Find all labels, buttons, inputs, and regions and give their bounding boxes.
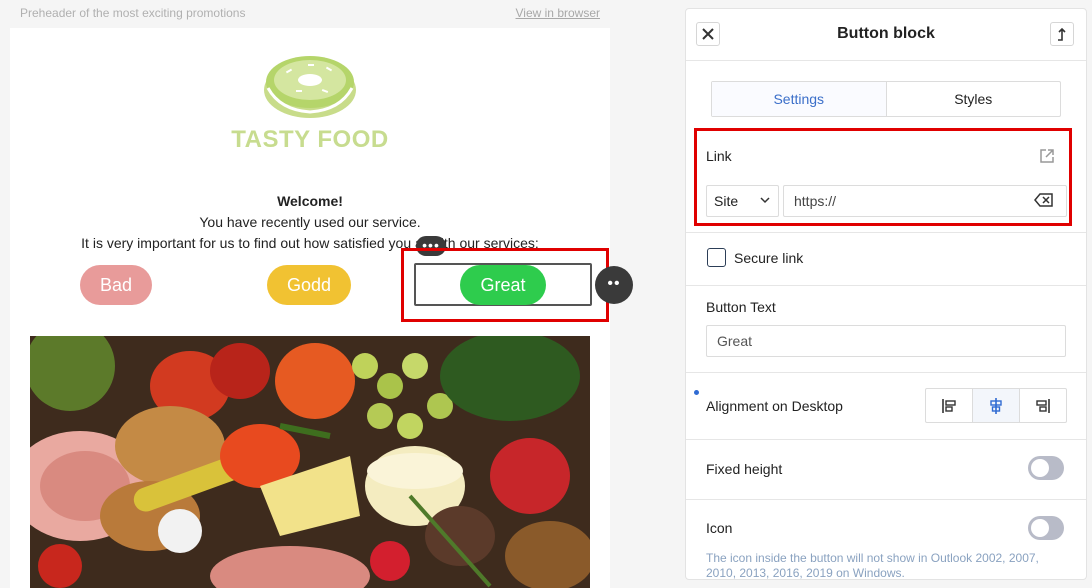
fixed-height-label: Fixed height [706,461,783,477]
secure-link-checkbox[interactable] [707,248,726,267]
preheader-text: Preheader of the most exciting promotion… [20,6,246,20]
align-center-icon [990,397,1002,414]
good-button[interactable]: Godd [267,265,351,305]
align-left-icon [942,398,956,413]
external-link-icon[interactable] [1038,147,1056,165]
email-canvas: TASTY FOOD Welcome! You have recently us… [10,28,610,588]
context-menu-button[interactable]: •• [595,266,633,304]
link-protocol-select[interactable]: Site [706,185,779,217]
block-menu-dots[interactable]: ••• [416,236,446,256]
great-button[interactable]: Great [460,265,546,305]
food-image [30,336,590,588]
welcome-text[interactable]: Welcome! You have recently used our serv… [10,191,610,254]
alignment-label: Alignment on Desktop [706,398,843,414]
view-in-browser-link[interactable]: View in browser [516,6,600,20]
button-text-input[interactable]: Great [706,325,1066,357]
changed-indicator [694,390,699,395]
panel-tabs: Settings Styles [711,81,1061,117]
icon-toggle[interactable] [1028,516,1064,540]
link-protocol-value: Site [714,193,739,209]
secure-link-label: Secure link [734,250,804,266]
toggle-knob [1031,459,1049,477]
move-icon [1058,27,1066,41]
tab-settings[interactable]: Settings [712,82,887,116]
clear-icon[interactable] [1034,192,1054,208]
tab-styles[interactable]: Styles [887,82,1061,116]
button-text-label: Button Text [706,299,776,315]
align-right-button[interactable] [1019,389,1066,422]
alignment-group [925,388,1067,423]
welcome-line-2-head: It is very important for us to find out … [81,235,423,251]
divider [686,232,1086,233]
welcome-line-2: It is very important for us to find out … [10,233,610,254]
logo[interactable]: TASTY FOOD [230,50,390,158]
align-right-icon [1036,398,1050,413]
icon-label: Icon [706,520,733,536]
divider [686,439,1086,440]
icon-note: The icon inside the button will not show… [706,551,1039,580]
bad-button[interactable]: Bad [80,265,152,305]
divider [686,372,1086,373]
button-block-panel: Button block Settings Styles Link Site h… [685,8,1087,580]
link-url-input[interactable]: https:// [783,185,1067,217]
panel-header: Button block [686,9,1086,61]
move-button[interactable] [1050,22,1074,46]
align-center-button[interactable] [972,389,1019,422]
donut-logo [264,56,356,118]
fixed-height-toggle[interactable] [1028,456,1064,480]
toggle-knob [1031,519,1049,537]
divider [686,285,1086,286]
link-label: Link [706,148,732,164]
align-left-button[interactable] [926,389,972,422]
chevron-down-icon [759,186,771,226]
divider [686,499,1086,500]
panel-title: Button block [837,25,935,42]
logo-text: TASTY FOOD [231,126,389,153]
preheader: Preheader of the most exciting promotion… [20,6,600,22]
welcome-title: Welcome! [277,193,343,209]
welcome-line-1: You have recently used our service. [199,214,421,230]
